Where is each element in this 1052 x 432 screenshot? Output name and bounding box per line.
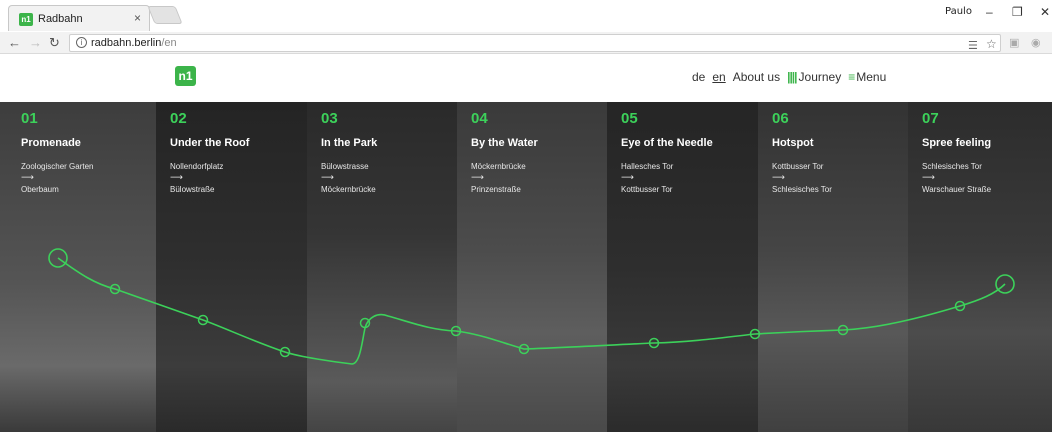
new-tab-button[interactable] bbox=[147, 6, 183, 24]
tab-title: Radbahn bbox=[38, 13, 83, 25]
url-host: radbahn.berlin bbox=[91, 37, 162, 49]
tab-favicon-icon: n1 bbox=[19, 13, 33, 26]
lang-en-link[interactable]: en bbox=[712, 70, 725, 84]
extension-menu-icon[interactable]: ◉ bbox=[1031, 36, 1041, 49]
back-arrow-icon[interactable]: ← bbox=[8, 35, 21, 50]
browser-tabbar: n1 Radbahn × Paulo – ❐ ✕ bbox=[0, 0, 1052, 32]
site-header: n1 de en About us |||| Journey ≡ Menu bbox=[0, 55, 1052, 102]
tab-close-icon[interactable]: × bbox=[134, 11, 141, 25]
window-close-icon[interactable]: ✕ bbox=[1040, 5, 1050, 19]
journey-hero: 01 Promenade Zoologischer Garten ⟶ Oberb… bbox=[0, 102, 1052, 432]
profile-badge[interactable]: Paulo bbox=[945, 6, 972, 17]
journey-bars-icon: |||| bbox=[787, 70, 797, 84]
forward-arrow-icon[interactable]: → bbox=[29, 35, 42, 50]
maximize-icon[interactable]: ❐ bbox=[1012, 5, 1023, 19]
menu-label: Menu bbox=[856, 70, 887, 84]
journey-label: Journey bbox=[798, 70, 842, 84]
browser-toolbar: ← → ↻ i radbahn.berlin/en ☰ ☆ ▣ ◉ bbox=[0, 32, 1052, 54]
browser-tab[interactable]: n1 Radbahn × bbox=[8, 5, 150, 31]
about-link[interactable]: About us bbox=[733, 70, 780, 84]
site-nav: de en About us |||| Journey ≡ Menu bbox=[692, 70, 886, 84]
route-line bbox=[48, 248, 1015, 365]
minimize-icon[interactable]: – bbox=[986, 5, 993, 19]
url-path: /en bbox=[161, 37, 177, 49]
journey-link[interactable]: |||| Journey bbox=[787, 70, 841, 84]
info-icon[interactable]: i bbox=[76, 37, 87, 48]
star-icon[interactable]: ☆ bbox=[986, 37, 997, 51]
url-text: radbahn.berlin/en bbox=[91, 37, 177, 49]
lang-de-link[interactable]: de bbox=[692, 70, 705, 84]
translate-icon[interactable]: ☰ bbox=[968, 39, 978, 52]
radbahn-logo[interactable]: n1 bbox=[175, 66, 196, 86]
menu-link[interactable]: ≡ Menu bbox=[848, 70, 886, 84]
menu-hamburger-icon: ≡ bbox=[848, 70, 855, 84]
extension-icon[interactable]: ▣ bbox=[1009, 36, 1019, 49]
address-bar[interactable]: i radbahn.berlin/en ☰ ☆ bbox=[69, 34, 1001, 52]
reload-icon[interactable]: ↻ bbox=[49, 35, 60, 51]
